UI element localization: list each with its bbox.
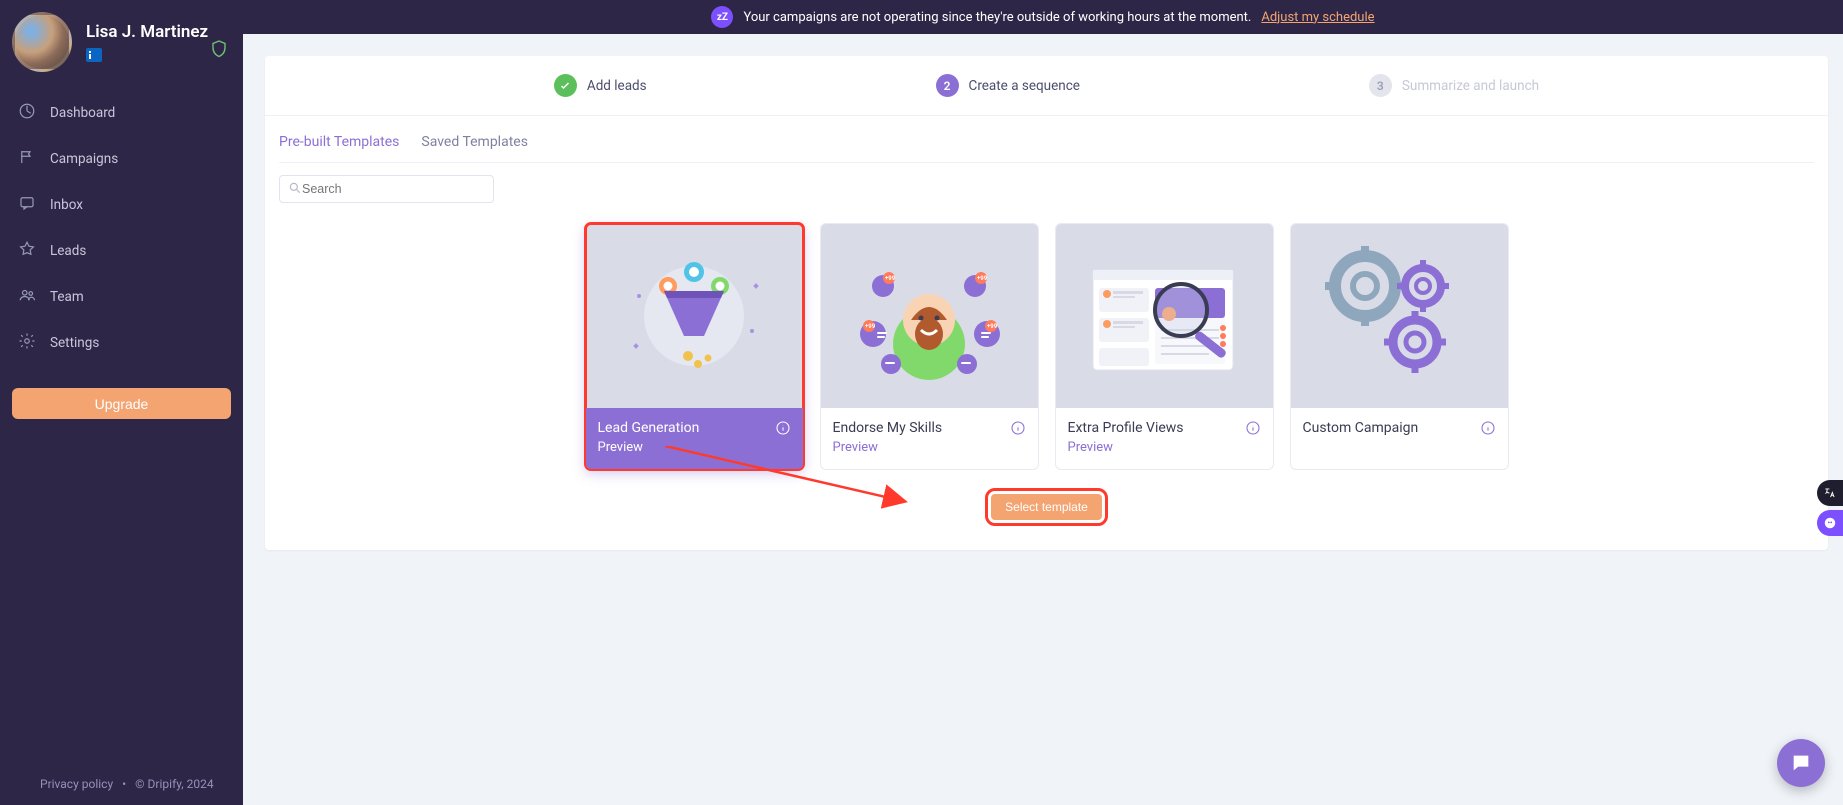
help-fab[interactable] — [1817, 510, 1843, 536]
template-illustration: +99 +99 +99 +99 — [821, 224, 1038, 408]
check-icon — [554, 74, 577, 97]
template-title: Extra Profile Views — [1068, 420, 1261, 436]
content: Add leads 2 Create a sequence 3 Summariz… — [243, 34, 1843, 805]
dashboard-icon — [18, 102, 36, 124]
step-label: Add leads — [587, 78, 647, 94]
profile-name: Lisa J. Martinez — [86, 22, 208, 42]
templates-card: Add leads 2 Create a sequence 3 Summariz… — [265, 56, 1828, 550]
shield-icon — [211, 40, 227, 62]
team-icon — [18, 286, 36, 308]
sidebar-item-settings[interactable]: Settings — [0, 320, 243, 366]
template-illustration — [586, 224, 803, 408]
step-summarize-launch: 3 Summarize and launch — [1369, 74, 1539, 97]
upgrade-button[interactable]: Upgrade — [12, 388, 231, 419]
template-body: Extra Profile Views Preview — [1056, 408, 1273, 469]
template-illustration — [1291, 224, 1508, 408]
step-number: 2 — [936, 74, 959, 97]
banner: zZ Your campaigns are not operating sinc… — [243, 0, 1843, 34]
tab-prebuilt[interactable]: Pre-built Templates — [279, 134, 399, 152]
translate-fab[interactable] — [1817, 480, 1843, 506]
template-extra-profile-views[interactable]: Extra Profile Views Preview — [1055, 223, 1274, 470]
info-icon[interactable] — [775, 420, 791, 440]
template-custom-campaign[interactable]: Custom Campaign — [1290, 223, 1509, 470]
svg-text:+99: +99 — [977, 275, 988, 282]
svg-text:+99: +99 — [987, 323, 998, 330]
sidebar-item-label: Team — [50, 289, 84, 305]
dot: • — [122, 777, 126, 791]
flag-icon — [18, 148, 36, 170]
svg-text:+99: +99 — [865, 323, 876, 330]
sidebar-item-inbox[interactable]: Inbox — [0, 182, 243, 228]
info-icon[interactable] — [1010, 420, 1026, 440]
copyright: © Dripify, 2024 — [135, 777, 213, 791]
template-preview-link[interactable]: Preview — [833, 440, 1026, 455]
sidebar-item-label: Dashboard — [50, 105, 115, 121]
search-wrap — [265, 163, 1828, 203]
stepper: Add leads 2 Create a sequence 3 Summariz… — [265, 56, 1828, 116]
side-fabs — [1817, 480, 1843, 536]
template-body: Lead Generation Preview — [586, 408, 803, 469]
sidebar-item-campaigns[interactable]: Campaigns — [0, 136, 243, 182]
sidebar-footer: Privacy policy • © Dripify, 2024 — [0, 777, 243, 805]
search-input[interactable] — [302, 182, 485, 196]
banner-text: Your campaigns are not operating since t… — [743, 10, 1251, 25]
sidebar-item-team[interactable]: Team — [0, 274, 243, 320]
banner-link[interactable]: Adjust my schedule — [1261, 10, 1374, 25]
sidebar-item-label: Campaigns — [50, 151, 118, 167]
sidebar-item-dashboard[interactable]: Dashboard — [0, 90, 243, 136]
linkedin-icon — [86, 48, 102, 62]
tabs: Pre-built Templates Saved Templates — [265, 116, 1828, 152]
step-label: Create a sequence — [969, 78, 1080, 94]
template-title: Custom Campaign — [1303, 420, 1496, 436]
template-illustration — [1056, 224, 1273, 408]
info-icon[interactable] — [1480, 420, 1496, 440]
search-box[interactable] — [279, 175, 494, 203]
select-template-row: Select template — [265, 486, 1828, 550]
gear-icon — [18, 332, 36, 354]
avatar[interactable] — [12, 12, 72, 72]
template-endorse-skills[interactable]: +99 +99 +99 +99 Endorse My Skills Preview — [820, 223, 1039, 470]
search-icon — [288, 180, 302, 199]
star-icon — [18, 240, 36, 262]
template-title: Endorse My Skills — [833, 420, 1026, 436]
inbox-icon — [18, 194, 36, 216]
sidebar-item-label: Inbox — [50, 197, 83, 213]
select-template-button[interactable]: Select template — [991, 494, 1102, 520]
template-preview-link[interactable]: Preview — [1068, 440, 1261, 455]
step-create-sequence[interactable]: 2 Create a sequence — [936, 74, 1080, 97]
sidebar: Lisa J. Martinez Dashboard Campaigns Inb… — [0, 0, 243, 805]
tab-saved[interactable]: Saved Templates — [421, 134, 528, 152]
chat-fab[interactable] — [1777, 739, 1825, 787]
sidebar-item-label: Settings — [50, 335, 99, 351]
sidebar-item-leads[interactable]: Leads — [0, 228, 243, 274]
template-body: Custom Campaign — [1291, 408, 1508, 450]
privacy-link[interactable]: Privacy policy — [40, 777, 113, 791]
template-body: Endorse My Skills Preview — [821, 408, 1038, 469]
sleep-icon: zZ — [711, 6, 733, 28]
svg-text:+99: +99 — [885, 275, 896, 282]
template-preview-link[interactable]: Preview — [598, 440, 791, 455]
step-number: 3 — [1369, 74, 1392, 97]
step-add-leads[interactable]: Add leads — [554, 74, 647, 97]
step-label: Summarize and launch — [1402, 78, 1539, 94]
info-icon[interactable] — [1245, 420, 1261, 440]
template-lead-generation[interactable]: Lead Generation Preview — [585, 223, 804, 470]
profile-info: Lisa J. Martinez — [86, 22, 208, 62]
template-title: Lead Generation — [598, 420, 791, 436]
sidebar-nav: Dashboard Campaigns Inbox Leads Team Set… — [0, 82, 243, 366]
profile-block: Lisa J. Martinez — [0, 0, 243, 82]
main: zZ Your campaigns are not operating sinc… — [243, 0, 1843, 805]
templates-grid: Lead Generation Preview — [265, 203, 1828, 486]
sidebar-item-label: Leads — [50, 243, 86, 259]
